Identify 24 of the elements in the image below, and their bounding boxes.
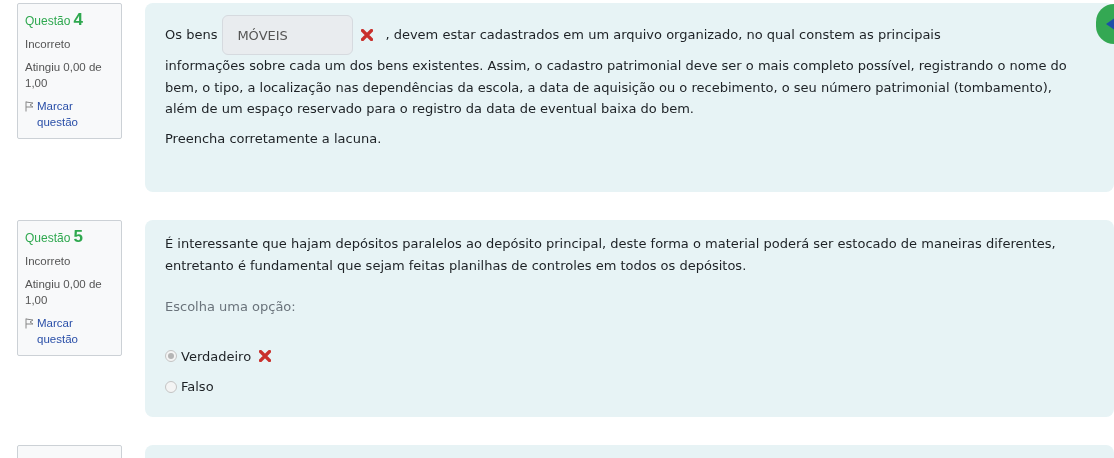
flag-icon <box>25 98 34 112</box>
flag-question-link[interactable]: Marcar questão <box>25 98 114 130</box>
question-label: Questão <box>25 230 71 246</box>
question-text: informações sobre cada um dos bens existentes. Assim, o cadastro patrimonial deve ser o mais completo possível, registrando o nome do bem, o tipo, a localização nas dependências da escola, a data de aquisição ou o recebimento, o seu número patrimonial (tombamento), além de um espaço reservado para o registro da data de eventual baixa do bem. <box>165 57 1068 118</box>
instruction-text: Preencha corretamente a lacuna. <box>165 129 383 148</box>
answer-field[interactable]: MÓVEIS <box>222 15 354 55</box>
status-text: Incorreto <box>25 37 72 52</box>
status-text: Incorreto <box>25 254 72 269</box>
grade-text: Atingiu 0,00 de 1,00 <box>25 277 103 308</box>
question-text: Os bens <box>165 26 218 45</box>
radio-button[interactable] <box>165 350 177 363</box>
flag-icon <box>25 315 34 329</box>
question-number: 4 <box>73 12 83 28</box>
question-label: Questão <box>25 13 71 29</box>
grade-text: Atingiu 0,00 de 1,00 <box>25 60 103 91</box>
question-number: 5 <box>73 229 83 245</box>
prompt-text: Escolha uma opção: <box>165 298 297 316</box>
radio-button[interactable] <box>165 380 177 393</box>
question-text: É interessante que hajam depósitos paralelos ao depósito principal, deste forma o material poderá ser estocado de maneiras diferentes, entretanto é fundamental que sejam feitas planilhas de controles em todos os depósitos. <box>165 235 1057 275</box>
question-text: , devem estar cadastrados em um arquivo organizado, no qual constem as principais <box>385 26 941 45</box>
arrow-left-icon <box>1106 17 1114 31</box>
option-label: Falso <box>181 378 214 396</box>
flag-question-link[interactable]: Marcar questão <box>25 315 114 347</box>
option-label: Verdadeiro <box>181 347 252 366</box>
